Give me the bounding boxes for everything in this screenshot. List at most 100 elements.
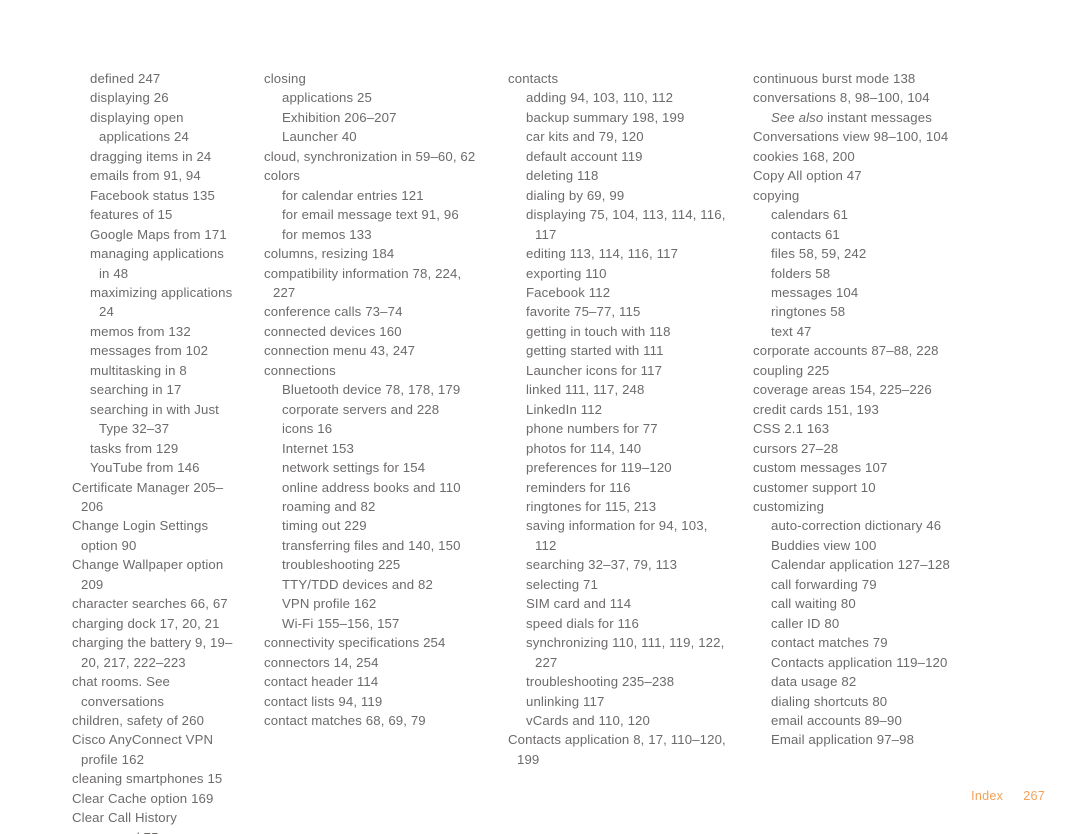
index-entry: Launcher 40	[282, 129, 357, 145]
index-entry: Contacts application 8, 17, 110–120, 199	[508, 732, 730, 767]
index-entry: dialing shortcuts 80	[771, 693, 888, 709]
index-entry: synchronizing 110, 111, 119, 122, 227	[526, 635, 729, 670]
index-entry: memos from 132	[90, 323, 191, 339]
page-footer: Index 267	[0, 789, 1080, 813]
index-entry: email accounts 89–90	[771, 712, 902, 728]
index-entry: photos for 114, 140	[526, 440, 642, 456]
index-entry: Calendar application 127–128	[771, 557, 950, 573]
index-entry: roaming and 82	[282, 498, 376, 514]
index-entry: Wi-Fi 155–156, 157	[282, 615, 400, 631]
index-entry: backup summary 198, 199	[526, 109, 685, 125]
index-entry: selecting 71	[526, 576, 598, 592]
index-entry: dragging items in 24	[90, 148, 212, 164]
index-entry: searching 32–37, 79, 113	[526, 557, 678, 573]
index-entry: car kits and 79, 120	[526, 129, 644, 145]
index-entry: contact matches 68, 69, 79	[264, 712, 426, 728]
index-entry: reminders for 116	[526, 479, 631, 495]
index-column-1: defined 247 displaying 26 displaying open …	[0, 0, 246, 834]
index-entry: closing	[264, 71, 306, 86]
index-entry: cloud, synchronization in 59–60, 62	[264, 148, 476, 164]
index-entry: troubleshooting 225	[282, 557, 401, 573]
index-entry: getting started with 111	[526, 343, 664, 359]
index-entry: default account 119	[526, 148, 643, 164]
index-entry: managing applications in 48	[90, 246, 228, 281]
see-also-label: See also	[771, 109, 824, 125]
index-entry: connectivity specifications 254	[264, 635, 446, 651]
index-entry: auto-correction dictionary 46	[771, 518, 942, 534]
footer-page-number: 267	[1023, 789, 1045, 803]
index-entry: connection menu 43, 247	[264, 343, 416, 359]
index-entry: adding 94, 103, 110, 112	[526, 90, 674, 106]
index-page: defined 247 displaying 26 displaying open …	[0, 0, 1080, 834]
index-entry: Facebook status 135	[90, 187, 215, 203]
index-entry: folders 58	[771, 265, 831, 281]
index-entry: phone numbers for 77	[526, 421, 658, 437]
index-entry: for calendar entries 121	[282, 187, 424, 203]
index-entry: dialing by 69, 99	[526, 187, 625, 203]
index-entry: contacts	[508, 71, 559, 86]
index-entry: custom messages 107	[753, 460, 888, 476]
index-entry: CSS 2.1 163	[753, 421, 830, 437]
index-entry: Change Wallpaper option 209	[72, 557, 228, 592]
index-entry: messages from 102	[90, 343, 209, 359]
index-entry: applications 25	[282, 90, 372, 106]
index-entry: defined 247	[90, 71, 161, 86]
index-entry: YouTube from 146	[90, 460, 200, 476]
index-entry: Launcher icons for 117	[526, 362, 663, 378]
index-entry: Google Maps from 171	[90, 226, 227, 242]
index-entry: contact lists 94, 119	[264, 693, 383, 709]
index-entry: coverage areas 154, 225–226	[753, 382, 932, 398]
index-entry: Change Login Settings option 90	[72, 518, 213, 553]
index-entry: tasks from 129	[90, 440, 179, 456]
index-entry: connections	[264, 362, 336, 378]
index-entry: corporate servers and 228	[282, 401, 440, 417]
index-entry: saving information for 94, 103, 112	[526, 518, 712, 553]
index-entry: Contacts application 119–120	[771, 654, 948, 670]
index-entry: Exhibition 206–207	[282, 109, 397, 125]
index-entry: messages 104	[771, 284, 859, 300]
index-entry: preferences for 119–120	[526, 460, 672, 476]
index-entry: linked 111, 117, 248	[526, 382, 645, 398]
index-entry: editing 113, 114, 116, 117	[526, 246, 679, 262]
index-entry: multitasking in 8	[90, 362, 187, 378]
index-entry: Buddies view 100	[771, 537, 877, 553]
index-entry: charging the battery 9, 19–20, 217, 222–…	[72, 635, 233, 670]
index-entry: caller ID 80	[771, 615, 840, 631]
index-entry: displaying 75, 104, 113, 114, 116, 117	[526, 207, 730, 242]
index-entry: Certificate Manager 205–206	[72, 479, 224, 514]
index-entry: Email application 97–98	[771, 732, 915, 748]
index-entry: data usage 82	[771, 674, 857, 690]
index-entry: emails from 91, 94	[90, 168, 201, 184]
index-entry: online address books and 110	[282, 479, 461, 495]
index-entry: contact header 114	[264, 674, 379, 690]
index-entry: transferring files and 140, 150	[282, 537, 461, 553]
index-column-4: continuous burst mode 138 conversations 8…	[738, 0, 1008, 760]
index-entry: network settings for 154	[282, 460, 426, 476]
index-entry: See also instant messages	[771, 109, 932, 125]
index-entry: vCards and 110, 120	[526, 712, 650, 728]
index-entry: copying	[753, 187, 800, 203]
index-entry: files 58, 59, 242	[771, 246, 867, 262]
index-entry: deleting 118	[526, 168, 599, 184]
index-entry: calendars 61	[771, 207, 849, 223]
index-entry: corporate accounts 87–88, 228	[753, 343, 939, 359]
index-entry: cleaning smartphones 15	[72, 771, 223, 787]
index-column-2: closing applications 25 Exhibition 206–207…	[246, 0, 493, 760]
index-entry: features of 15	[90, 207, 173, 223]
index-entry: displaying open applications 24	[90, 109, 189, 145]
index-entry: exporting 110	[526, 265, 607, 281]
index-entry: continuous burst mode 138	[753, 71, 916, 86]
footer-section-label: Index	[971, 789, 1004, 803]
index-entry: text 47	[771, 323, 812, 339]
index-entry: Bluetooth device 78, 178, 179	[282, 382, 461, 398]
index-entry: unlinking 117	[526, 693, 605, 709]
index-entry: Facebook 112	[526, 284, 611, 300]
index-entry: compatibility information 78, 224, 227	[264, 265, 466, 300]
index-entry: favorite 75–77, 115	[526, 304, 641, 320]
index-entry: searching in 17	[90, 382, 182, 398]
index-entry: children, safety of 260	[72, 712, 205, 728]
index-entry: columns, resizing 184	[264, 246, 395, 262]
index-entry: colors	[264, 168, 300, 184]
index-entry: Cisco AnyConnect VPN profile 162	[72, 732, 217, 767]
index-entry: Conversations view 98–100, 104	[753, 129, 949, 145]
